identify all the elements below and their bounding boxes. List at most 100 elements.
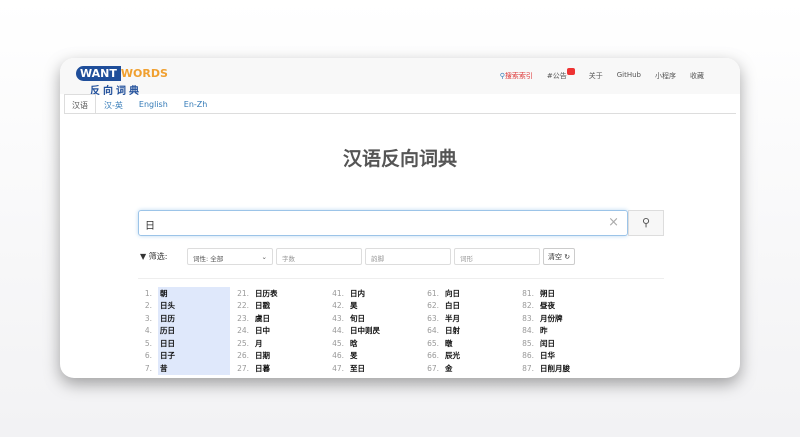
page-title: 汉语反向词典 <box>342 148 457 170</box>
nav-favorites[interactable]: 收藏 <box>690 71 704 81</box>
rhyme-input[interactable]: 韵脚 <box>365 248 451 265</box>
result-number: 5. <box>144 338 152 348</box>
result-number: 86. <box>522 351 534 361</box>
result-item[interactable]: 64. 日射 <box>425 325 520 338</box>
clear-filters-button[interactable]: 清空 ↻ <box>543 248 576 265</box>
result-number: 62. <box>427 301 439 311</box>
result-number: 82. <box>522 301 534 311</box>
result-word: 历日 <box>158 324 230 337</box>
pos-select[interactable]: 词性: 全部 ⌄ <box>187 248 273 265</box>
result-word: 朔日 <box>540 288 555 298</box>
result-number: 21. <box>237 288 249 298</box>
result-word: 半月 <box>445 313 460 323</box>
result-item[interactable]: 82. 昼夜 <box>520 300 615 313</box>
top-navbar: WANT WORDS 反向词典 ⚲搜索索引 #公告 关于 GitHub 小程序 收… <box>60 58 740 97</box>
result-number: 87. <box>522 363 534 373</box>
search-input[interactable]: 日 × <box>138 210 628 236</box>
result-number: 63. <box>427 313 439 323</box>
result-number: 4. <box>144 326 152 336</box>
result-item[interactable]: 27. 日暮 <box>235 362 330 375</box>
filter-bar: ▼ 筛选: 词性: 全部 ⌄ 字数 韵脚 词形 清空 ↻ <box>140 248 576 265</box>
result-word: 日子 <box>158 349 230 362</box>
result-word: 朝 <box>158 287 230 300</box>
result-item[interactable]: 1. 朝 <box>140 287 235 300</box>
result-item[interactable]: 22. 日戳 <box>235 300 330 313</box>
result-item[interactable]: 83. 月份牌 <box>520 312 615 325</box>
result-item[interactable]: 23. 虞日 <box>235 312 330 325</box>
results-column: 81. 朔日 82. 昼夜 83. 月份牌 84. 昨 85. 闰日 86. 日华 87. 日削月朘 <box>520 287 615 375</box>
result-item[interactable]: 25. 月 <box>235 337 330 350</box>
result-item[interactable]: 7. 昔 <box>140 362 235 375</box>
result-word: 日中则昃 <box>350 326 380 336</box>
result-item[interactable]: 24. 日中 <box>235 325 330 338</box>
result-item[interactable]: 63. 半月 <box>425 312 520 325</box>
result-number: 84. <box>522 326 534 336</box>
tab-chinese-english[interactable]: 汉-英 <box>96 94 131 113</box>
nav-search-index[interactable]: ⚲搜索索引 <box>500 71 533 81</box>
char-count-input[interactable]: 字数 <box>276 248 362 265</box>
result-item[interactable]: 65. 暾 <box>425 337 520 350</box>
language-tabs: 汉语 汉-英 English En-Zh <box>64 94 736 114</box>
result-word: 月 <box>255 338 263 348</box>
word-form-input[interactable]: 词形 <box>454 248 540 265</box>
result-item[interactable]: 47. 至日 <box>330 362 425 375</box>
result-word: 闰日 <box>540 338 555 348</box>
search-index-label: 搜索索引 <box>504 72 533 80</box>
result-item[interactable]: 45. 晗 <box>330 337 425 350</box>
result-number: 1. <box>144 288 152 298</box>
clear-icon[interactable]: × <box>608 215 619 230</box>
result-number: 23. <box>237 313 249 323</box>
result-item[interactable]: 4. 历日 <box>140 324 235 337</box>
result-item[interactable]: 66. 辰光 <box>425 350 520 363</box>
result-number: 22. <box>237 301 249 311</box>
nav-notice[interactable]: #公告 <box>547 68 575 81</box>
result-item[interactable]: 81. 朔日 <box>520 287 615 300</box>
result-number: 44. <box>332 326 344 336</box>
result-item[interactable]: 46. 旻 <box>330 350 425 363</box>
result-number: 47. <box>332 363 344 373</box>
result-number: 25. <box>237 338 249 348</box>
divider <box>138 278 664 279</box>
result-word: 日日 <box>158 337 230 350</box>
result-item[interactable]: 84. 昨 <box>520 325 615 338</box>
tab-english[interactable]: English <box>131 94 176 113</box>
notice-badge <box>566 68 575 75</box>
results-list: 1. 朝 2. 日头 3. 日历 4. 历日 5. 日日 6. 日子 7. 昔 21. 日历表 22. 日戳 23.… <box>140 287 615 375</box>
nav-miniapp[interactable]: 小程序 <box>655 71 676 81</box>
search-button[interactable]: ⚲ <box>628 210 664 236</box>
nav-about[interactable]: 关于 <box>589 71 603 81</box>
result-word: 旬日 <box>350 313 365 323</box>
result-number: 67. <box>427 363 439 373</box>
result-number: 27. <box>237 363 249 373</box>
tab-english-chinese[interactable]: En-Zh <box>176 94 216 113</box>
result-item[interactable]: 62. 白日 <box>425 300 520 313</box>
logo-want: WANT <box>76 66 121 81</box>
result-word: 暾 <box>445 338 453 348</box>
results-column: 1. 朝 2. 日头 3. 日历 4. 历日 5. 日日 6. 日子 7. 昔 <box>140 287 235 375</box>
result-item[interactable]: 86. 日华 <box>520 350 615 363</box>
tab-chinese[interactable]: 汉语 <box>64 94 96 113</box>
result-word: 白日 <box>445 301 460 311</box>
result-item[interactable]: 44. 日中则昃 <box>330 325 425 338</box>
filter-label: ▼ 筛选: <box>140 252 168 261</box>
result-item[interactable]: 3. 日历 <box>140 312 235 325</box>
result-word: 昔 <box>158 362 230 375</box>
result-item[interactable]: 43. 旬日 <box>330 312 425 325</box>
result-item[interactable]: 5. 日日 <box>140 337 235 350</box>
result-item[interactable]: 41. 日内 <box>330 287 425 300</box>
result-item[interactable]: 2. 日头 <box>140 299 235 312</box>
result-item[interactable]: 85. 闰日 <box>520 337 615 350</box>
result-item[interactable]: 61. 向日 <box>425 287 520 300</box>
logo[interactable]: WANT WORDS 反向词典 <box>76 62 168 97</box>
result-number: 3. <box>144 313 152 323</box>
result-number: 6. <box>144 351 152 361</box>
result-item[interactable]: 6. 日子 <box>140 349 235 362</box>
nav-github[interactable]: GitHub <box>617 71 641 81</box>
result-item[interactable]: 42. 昊 <box>330 300 425 313</box>
result-item[interactable]: 67. 金 <box>425 362 520 375</box>
result-word: 日中 <box>255 326 270 336</box>
result-number: 83. <box>522 313 534 323</box>
result-item[interactable]: 87. 日削月朘 <box>520 362 615 375</box>
result-item[interactable]: 26. 日期 <box>235 350 330 363</box>
result-item[interactable]: 21. 日历表 <box>235 287 330 300</box>
